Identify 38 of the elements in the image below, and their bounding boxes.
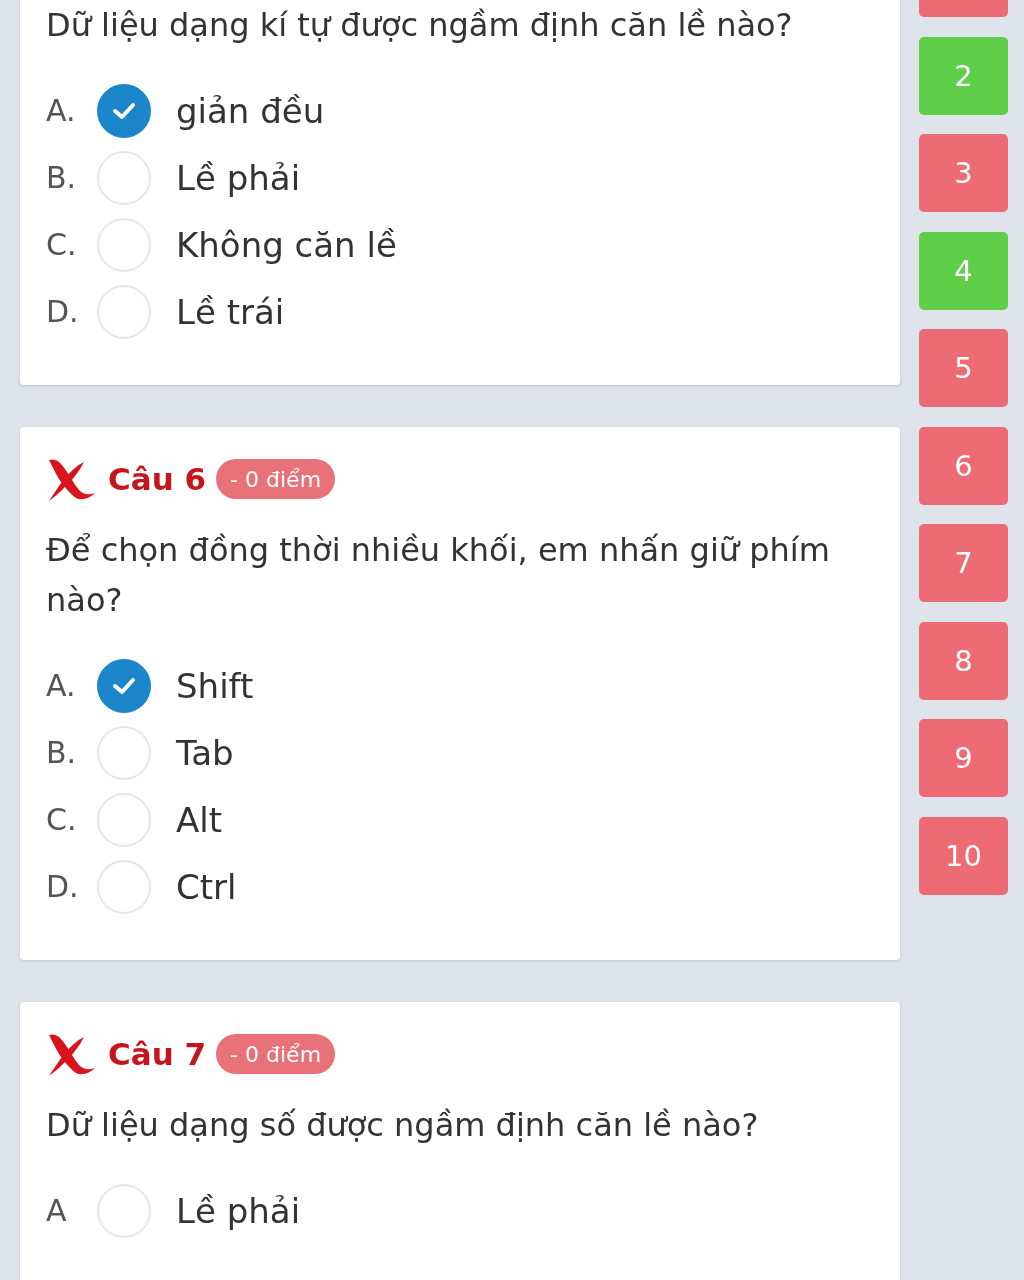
question-title: Câu 7 (108, 1036, 207, 1072)
question-number-tile[interactable]: 3 (919, 134, 1008, 212)
question-number-tile[interactable]: 7 (919, 524, 1008, 602)
option-text: Shift (176, 665, 254, 706)
option-letter: C. (46, 802, 78, 837)
check-icon (112, 676, 136, 695)
question-text: Để chọn đồng thời nhiều khối, em nhấn giữ phím nào? (46, 530, 831, 621)
option-text: Không căn lề (176, 224, 397, 265)
score-badge: - 0 điểm (216, 459, 336, 499)
option-text: Lề phải (176, 1190, 301, 1231)
option-text: Lề phải (176, 157, 301, 198)
question-number-tile[interactable]: 4 (919, 231, 1008, 310)
option-letter: A. (46, 668, 77, 703)
question-number-tile[interactable]: 2 (919, 36, 1008, 115)
question-number-tile[interactable]: 9 (919, 719, 1008, 797)
option-letter: B. (46, 735, 78, 770)
option-letter: B. (46, 160, 78, 195)
option-letter: C. (46, 227, 78, 262)
check-icon (112, 101, 136, 120)
option-letter: A. (46, 93, 77, 128)
question-title: Câu 6 (108, 461, 207, 497)
question-text: Dữ liệu dạng số được ngầm định căn lề nào? (46, 1105, 760, 1146)
option-text: Tab (176, 732, 234, 773)
option-text: Lề trái (176, 291, 285, 332)
option-letter: D. (46, 869, 80, 904)
option-letter: D. (46, 294, 80, 329)
score-badge: - 0 điểm (216, 1034, 336, 1074)
question-number-tile[interactable]: 5 (919, 329, 1008, 407)
option-text: Ctrl (176, 866, 237, 907)
question-number-tile[interactable]: 10 (919, 816, 1008, 895)
option-text: Alt (176, 799, 223, 840)
option-text: giản đều (176, 90, 325, 131)
radio-button[interactable] (97, 658, 151, 713)
option-letter: A (46, 1193, 68, 1228)
radio-button[interactable] (97, 83, 151, 138)
question-number-tile[interactable]: 8 (919, 621, 1008, 700)
question-number-tile[interactable]: 6 (919, 426, 1008, 505)
question-text: Dữ liệu dạng kí tự được ngầm định căn lề nào? (46, 5, 794, 46)
